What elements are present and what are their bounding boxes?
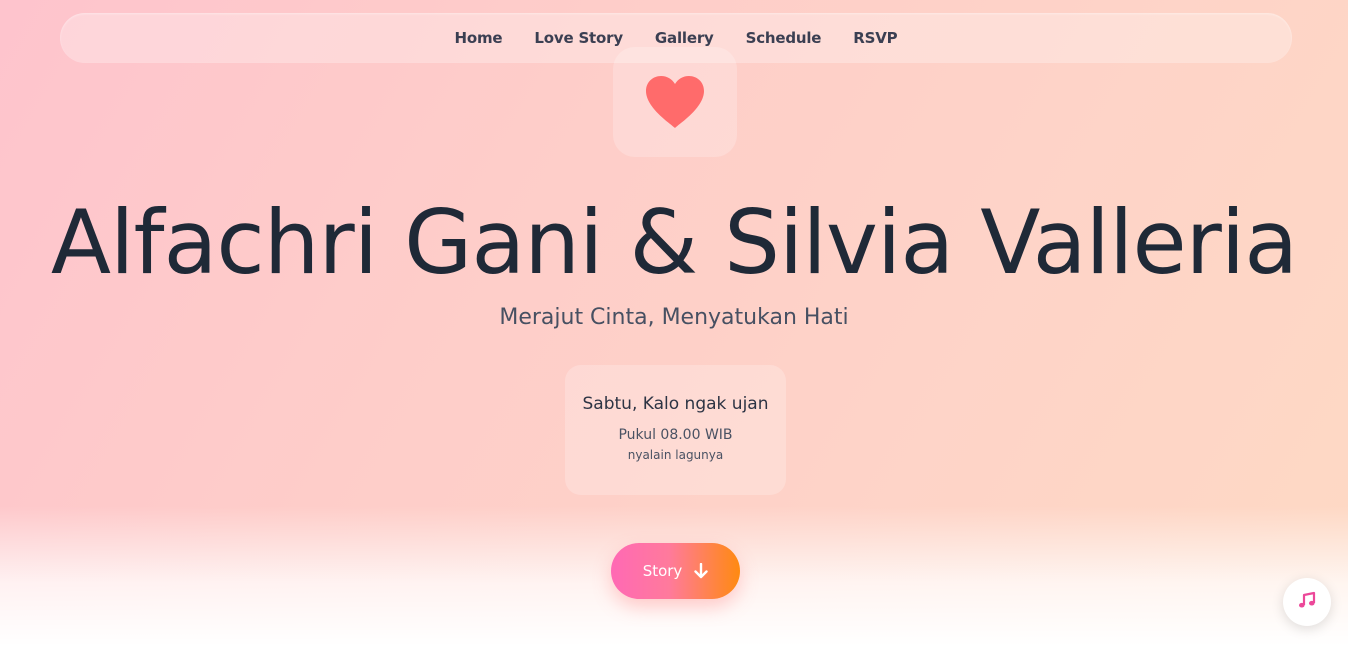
couple-names: Alfachri Gani & Silvia Valleria (50, 191, 1298, 294)
nav-link-rsvp[interactable]: RSVP (853, 29, 897, 47)
heart-badge (613, 47, 737, 157)
event-day: Sabtu, Kalo ngak ujan (582, 394, 769, 414)
nav-link-love-story[interactable]: Love Story (534, 29, 623, 47)
music-toggle-button[interactable] (1283, 578, 1331, 626)
story-button-label: Story (642, 562, 683, 580)
nav-link-schedule[interactable]: Schedule (746, 29, 822, 47)
music-note-icon (1297, 590, 1317, 614)
story-button[interactable]: Story (611, 543, 740, 599)
arrow-down-icon (694, 563, 709, 579)
nav-link-home[interactable]: Home (455, 29, 503, 47)
nav-link-gallery[interactable]: Gallery (655, 29, 714, 47)
event-date-card: Sabtu, Kalo ngak ujan Pukul 08.00 WIB ny… (565, 365, 786, 495)
tagline: Merajut Cinta, Menyatukan Hati (499, 305, 849, 330)
heart-icon (644, 70, 706, 134)
event-note: nyalain lagunya (627, 448, 724, 462)
event-time: Pukul 08.00 WIB (618, 427, 733, 443)
top-navbar: Home Love Story Gallery Schedule RSVP (60, 13, 1292, 63)
